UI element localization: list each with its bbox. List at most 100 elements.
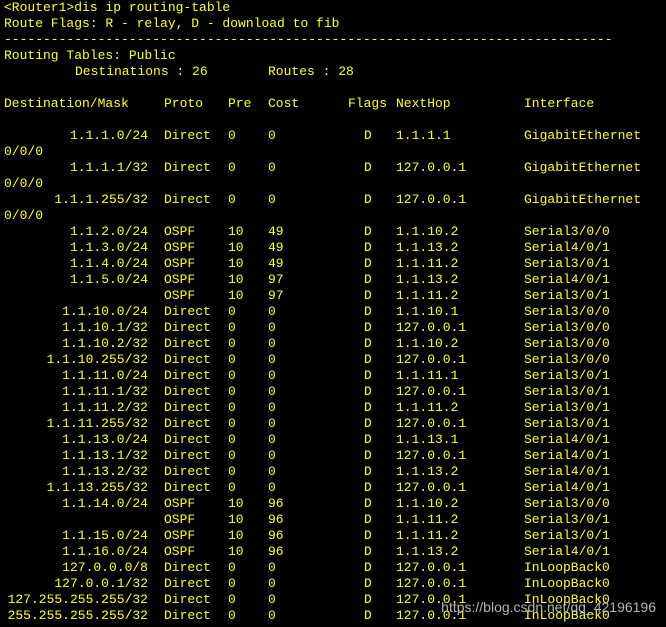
destinations-count: Destinations : 26 xyxy=(75,64,208,79)
cell-destination: 1.1.14.0/24 xyxy=(62,496,148,511)
cell-flags: D xyxy=(364,544,372,559)
cell-cost: 49 xyxy=(268,240,284,255)
cell-interface: Serial4/0/1 xyxy=(524,240,610,255)
cell-pre: 0 xyxy=(228,320,236,335)
cell-flags: D xyxy=(364,272,372,287)
cell-proto: Direct xyxy=(164,336,211,351)
cell-cost: 0 xyxy=(268,128,276,143)
cell-flags: D xyxy=(364,496,372,511)
cell-destination: 1.1.13.0/24 xyxy=(62,432,148,447)
cell-interface: Serial4/0/1 xyxy=(524,480,610,495)
cell-cost: 0 xyxy=(268,320,276,335)
cell-flags: D xyxy=(364,480,372,495)
cell-interface: Serial3/0/1 xyxy=(524,288,610,303)
cell-destination: 127.255.255.255/32 xyxy=(7,592,148,607)
cell-flags: D xyxy=(364,256,372,271)
cell-pre: 0 xyxy=(228,336,236,351)
cell-destination: 1.1.16.0/24 xyxy=(62,544,148,559)
cell-flags: D xyxy=(364,288,372,303)
cell-proto: OSPF xyxy=(164,256,196,271)
cell-interface: Serial3/0/1 xyxy=(524,368,610,383)
cell-interface: Serial3/0/1 xyxy=(524,384,610,399)
cell-interface-wrap: 0/0/0 xyxy=(4,208,44,223)
cell-nexthop: 1.1.11.2 xyxy=(396,400,459,415)
cell-proto: Direct xyxy=(164,368,211,383)
cell-flags: D xyxy=(364,592,372,607)
cell-interface: Serial3/0/1 xyxy=(524,528,610,543)
cell-interface: Serial3/0/1 xyxy=(524,256,610,271)
cell-flags: D xyxy=(364,192,372,207)
cell-cost: 0 xyxy=(268,464,276,479)
cell-destination: 127.0.0.1/32 xyxy=(54,576,148,591)
cell-pre: 0 xyxy=(228,560,236,575)
cell-nexthop: 1.1.13.2 xyxy=(396,240,459,255)
cell-proto: Direct xyxy=(164,352,211,367)
cell-flags: D xyxy=(364,160,372,175)
cell-destination: 1.1.10.2/32 xyxy=(62,336,148,351)
cell-destination: 1.1.2.0/24 xyxy=(69,224,148,239)
cell-interface: Serial3/0/0 xyxy=(524,320,610,335)
cell-pre: 0 xyxy=(228,592,236,607)
cell-nexthop: 127.0.0.1 xyxy=(396,384,467,399)
cell-pre: 10 xyxy=(228,512,244,527)
cell-interface: Serial4/0/1 xyxy=(524,432,610,447)
cell-destination: 1.1.11.1/32 xyxy=(62,384,148,399)
cell-flags: D xyxy=(364,432,372,447)
cell-flags: D xyxy=(364,384,372,399)
cell-flags: D xyxy=(364,608,372,623)
cell-interface: Serial3/0/0 xyxy=(524,496,610,511)
cell-proto: Direct xyxy=(164,128,211,143)
cell-proto: Direct xyxy=(164,304,211,319)
cell-pre: 10 xyxy=(228,528,244,543)
cell-destination: 1.1.13.2/32 xyxy=(62,464,148,479)
cell-proto: Direct xyxy=(164,480,211,495)
cell-cost: 97 xyxy=(268,272,284,287)
cell-proto: Direct xyxy=(164,384,211,399)
cell-flags: D xyxy=(364,128,372,143)
cell-nexthop: 1.1.10.1 xyxy=(396,304,459,319)
cell-interface: Serial3/0/1 xyxy=(524,416,610,431)
cell-cost: 0 xyxy=(268,336,276,351)
cell-destination: 255.255.255.255/32 xyxy=(7,608,148,623)
cell-destination: 1.1.11.255/32 xyxy=(46,416,148,431)
cell-proto: Direct xyxy=(164,160,211,175)
cell-interface: Serial4/0/1 xyxy=(524,544,610,559)
cell-nexthop: 127.0.0.1 xyxy=(396,320,467,335)
cell-interface: Serial3/0/0 xyxy=(524,336,610,351)
terminal-window[interactable]: <Router1>dis ip routing-table Route Flag… xyxy=(0,0,666,627)
cell-flags: D xyxy=(364,560,372,575)
cell-pre: 10 xyxy=(228,544,244,559)
cell-cost: 0 xyxy=(268,160,276,175)
header-pre: Pre xyxy=(228,96,252,111)
header-nexthop: NextHop xyxy=(396,96,451,111)
cell-nexthop: 1.1.13.2 xyxy=(396,544,459,559)
header-flags: Flags xyxy=(348,96,388,111)
cell-pre: 0 xyxy=(228,128,236,143)
cell-flags: D xyxy=(364,512,372,527)
cell-flags: D xyxy=(364,576,372,591)
cell-interface: Serial3/0/1 xyxy=(524,400,610,415)
cell-cost: 49 xyxy=(268,256,284,271)
watermark-url: https://blog.csdn.net/qq_42196196 xyxy=(441,599,656,615)
cell-pre: 0 xyxy=(228,192,236,207)
cell-cost: 0 xyxy=(268,576,276,591)
cell-pre: 0 xyxy=(228,432,236,447)
cell-interface: Serial4/0/1 xyxy=(524,464,610,479)
cell-pre: 0 xyxy=(228,160,236,175)
cell-nexthop: 1.1.1.1 xyxy=(396,128,451,143)
cell-interface: GigabitEthernet xyxy=(524,160,642,175)
cell-interface-wrap: 0/0/0 xyxy=(4,176,44,191)
cell-proto: OSPF xyxy=(164,512,196,527)
cell-interface-wrap: 0/0/0 xyxy=(4,144,44,159)
cell-destination: 1.1.15.0/24 xyxy=(62,528,148,543)
cell-proto: OSPF xyxy=(164,272,196,287)
cell-cost: 0 xyxy=(268,608,276,623)
cell-destination: 1.1.3.0/24 xyxy=(69,240,148,255)
cell-flags: D xyxy=(364,464,372,479)
header-proto: Proto xyxy=(164,96,204,111)
cell-pre: 0 xyxy=(228,368,236,383)
cell-nexthop: 127.0.0.1 xyxy=(396,160,467,175)
cell-interface: InLoopBack0 xyxy=(524,576,610,591)
cell-nexthop: 127.0.0.1 xyxy=(396,576,467,591)
cell-pre: 10 xyxy=(228,496,244,511)
